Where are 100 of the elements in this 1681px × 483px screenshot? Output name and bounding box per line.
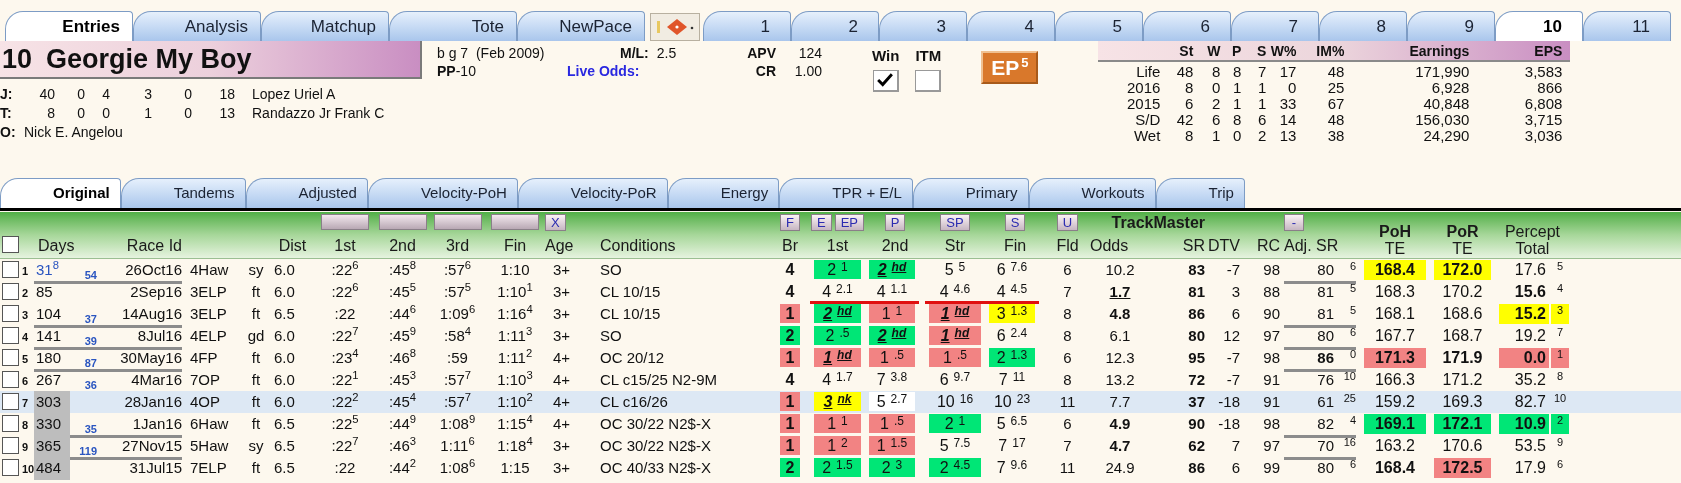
table-cell-text: 1	[1257, 96, 1267, 112]
tab[interactable]: Matchup	[261, 11, 389, 41]
table-cell-text: :58$^{4}$	[443, 325, 472, 346]
row-checkbox[interactable]	[2, 283, 19, 300]
table-cell-text: 13	[1278, 128, 1297, 144]
table-cell-text: 8	[1184, 80, 1194, 96]
table-cell: 1 1	[814, 414, 861, 433]
column-header: Fin	[503, 236, 527, 256]
header-button[interactable]: SP	[940, 214, 970, 231]
row-checkbox[interactable]	[2, 261, 19, 278]
header-button[interactable]: E	[811, 214, 832, 231]
table-cell-text: 7ELP	[190, 458, 227, 478]
tab[interactable]: 7	[1231, 11, 1319, 41]
toolbar-button[interactable]	[650, 13, 700, 41]
row-checkbox[interactable]	[2, 371, 19, 388]
stat-value: 0	[76, 104, 85, 123]
rank-value: 10	[1552, 392, 1568, 406]
table-cell-text: 7 11	[997, 370, 1027, 389]
tab[interactable]: 1	[703, 11, 791, 41]
table-cell: 2 4.5	[929, 458, 981, 477]
table-cell-text: 98	[1263, 348, 1280, 368]
row-checkbox[interactable]	[2, 415, 19, 432]
header-button[interactable]: EP	[834, 214, 864, 231]
table-cell-text: gd	[247, 326, 265, 346]
header-button[interactable]: X	[545, 214, 566, 231]
header-button[interactable]	[378, 214, 427, 230]
header-button[interactable]: U	[1056, 214, 1079, 231]
row-checkbox[interactable]	[2, 459, 19, 476]
checkbox[interactable]	[872, 69, 899, 92]
header-button[interactable]: S	[1004, 214, 1026, 231]
table-row[interactable]: 10484 31Jul15 7ELP ft 6.5 :22 :44$^{2}$ 1:08$^{6}$ 1:15 3+ OC 40/33 N2$-X 2 2 1.5 2 3 2 4.5 7 9.6 11 24.9 86 6 99 80 6 168.4 172.5 17.9 6	[0, 457, 1681, 479]
table-cell-text: 1	[1232, 96, 1242, 112]
table-cell-text: 1:15$^{4}$	[497, 413, 533, 434]
value: 1.00	[794, 62, 822, 80]
header-button[interactable]	[491, 214, 539, 230]
table-cell-text: 8	[1184, 128, 1194, 144]
table-cell: 1	[780, 392, 800, 411]
table-cell-text: 1:11$^{3}$	[497, 325, 533, 346]
select-all-checkbox[interactable]	[2, 236, 19, 253]
table-cell-text: 80	[1188, 326, 1205, 346]
tab[interactable]: Entries	[5, 11, 133, 41]
tab[interactable]: Workouts	[1028, 178, 1156, 208]
tab[interactable]: Velocity-PoR	[517, 178, 668, 208]
bet-label: Win	[872, 46, 900, 66]
tab[interactable]: NewPace	[517, 11, 645, 41]
table-cell-text: CL c15/25 N2-9M	[600, 370, 717, 390]
column-header: SR	[1182, 236, 1205, 256]
table-cell-text: 95	[1188, 348, 1205, 368]
table-cell-text: 8	[1063, 370, 1072, 390]
tab[interactable]: 11	[1583, 11, 1671, 41]
tab[interactable]: Primary	[912, 178, 1029, 208]
tab[interactable]: Analysis	[133, 11, 261, 41]
table-row[interactable]: 5 180 87 30May16 4FP ft 6.0 :23$^{4}$ :46$^{8}$ :59 1:11$^{2}$ 4+ OC 20/12 1 1 hd 1 .5 1 .5 2 1.3 6 12.3 95 -7 98 86 0 171.3 171.9 0.0 1	[0, 347, 1681, 369]
tab[interactable]: 6	[1143, 11, 1231, 41]
row-checkbox[interactable]	[2, 327, 19, 344]
person-name: Nick E. Angelou	[23, 123, 124, 142]
row-checkbox[interactable]	[2, 349, 19, 366]
table-cell-text: 86	[1188, 304, 1205, 324]
tab[interactable]: Energy	[667, 178, 780, 208]
table-cell: 3 1.3	[989, 304, 1035, 323]
row-checkbox[interactable]	[2, 437, 19, 454]
tab[interactable]: 2	[791, 11, 879, 41]
tab[interactable]: 3	[879, 11, 967, 41]
tab[interactable]: TPR + E/L	[779, 178, 913, 208]
table-cell: 10.9	[1499, 414, 1549, 434]
table-cell-text: 12.3	[1105, 348, 1135, 368]
tab[interactable]: 4	[967, 11, 1055, 41]
table-row[interactable]: 8 330 35 1Jan16 6Haw ft 6.5 :22$^{5}$ :44$^{9}$ 1:08$^{9}$ 1:15$^{4}$ 4+ OC 30/22 N2$-X 1 1 1 1 .5 2 1 5 6.5 6 4.9 90 -18 98 82 4 169.1 172.1 10.9 2	[0, 413, 1681, 435]
table-cell-text: 1:11$^{6}$	[440, 435, 475, 456]
table-cell-text: 10.2	[1105, 260, 1135, 280]
tab[interactable]: Velocity-PoH	[367, 178, 518, 208]
label: APV	[747, 44, 776, 62]
table-row[interactable]: 1 31$^{8}$ 54 26Oct16 4Haw sy 6.0 :22$^{6}$ :45$^{8}$ :57$^{6}$ 1:10 3+ SO 4 2 1 2 hd 5 5 6 7.6 6 10.2 83 -7 98 80 6 168.4 172.0 17.6 5	[0, 259, 1681, 281]
header-button[interactable]: F	[780, 214, 800, 231]
tab[interactable]: 9	[1407, 11, 1495, 41]
row-number: 6	[22, 375, 29, 387]
header-button[interactable]: -	[1284, 214, 1304, 231]
table-cell-text: 8	[1063, 304, 1072, 324]
table-cell-text: 3+	[553, 436, 571, 456]
checkbox[interactable]	[915, 69, 942, 92]
tab[interactable]: Trip	[1155, 178, 1245, 208]
table-cell-text: 6 9.7	[938, 370, 972, 389]
tab[interactable]: 5	[1055, 11, 1143, 41]
header-button[interactable]: P	[884, 214, 906, 231]
tab[interactable]: Original	[0, 178, 121, 208]
header-button[interactable]	[433, 214, 482, 230]
row-checkbox[interactable]	[2, 393, 19, 410]
row-checkbox[interactable]	[2, 305, 19, 322]
row-number: 4	[22, 331, 29, 343]
column-header: RC	[1256, 236, 1280, 256]
table-row[interactable]: 7 303 28Jan16 4OP ft 6.0 :22$^{2}$ :45$^{4}$ :57$^{7}$ 1:10$^{2}$ 4+ CL c16/26 1 3 nk 5 2.7 10 16 10 23 11 7.7 37 -18 91 61 25 159.2 169.3 82.7 10	[0, 391, 1681, 413]
table-cell: 2 1	[814, 260, 861, 279]
tab[interactable]: Tote	[389, 11, 517, 41]
tab[interactable]: 8	[1319, 11, 1407, 41]
tab[interactable]: 10	[1495, 11, 1583, 41]
tab[interactable]: Tandems	[120, 178, 246, 208]
tab[interactable]: Adjusted	[245, 178, 368, 208]
table-cell-text: 91	[1263, 392, 1280, 412]
table-cell-text: 48	[1326, 112, 1345, 128]
header-button[interactable]	[321, 214, 369, 230]
